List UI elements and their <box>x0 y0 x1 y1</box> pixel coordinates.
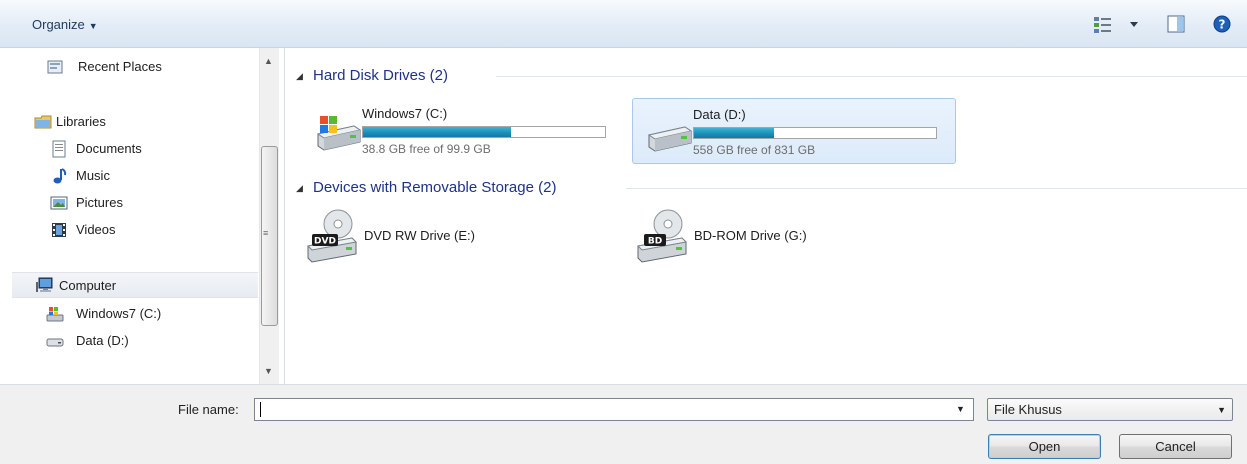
nav-item-label: Recent Places <box>78 59 162 74</box>
nav-item-label: Windows7 (C:) <box>76 306 162 321</box>
device-tile-dvd-rw-e[interactable]: DVD DVD RW Drive (E:) <box>306 206 606 266</box>
nav-item-windows7-c[interactable]: Windows7 (C:) <box>46 301 256 327</box>
scroll-up-arrow-icon[interactable]: ▲ <box>264 56 273 66</box>
drive-usage-bar <box>362 126 606 138</box>
documents-icon <box>52 140 66 158</box>
views-dropdown-icon[interactable] <box>1128 14 1140 34</box>
bluray-drive-icon: BD <box>636 209 688 263</box>
preview-pane-icon[interactable] <box>1166 14 1186 34</box>
drive-name: Data (D:) <box>693 107 746 122</box>
cancel-button[interactable]: Cancel <box>1119 434 1232 459</box>
music-icon <box>53 168 67 184</box>
collapse-triangle-icon[interactable]: ◢ <box>296 177 303 199</box>
group-header-removable-storage[interactable]: ◢ Devices with Removable Storage (2) <box>286 177 1247 199</box>
drive-free-space: 558 GB free of 831 GB <box>693 143 816 157</box>
pictures-icon <box>50 196 68 210</box>
device-name: DVD RW Drive (E:) <box>364 228 475 243</box>
dvd-drive-icon: DVD <box>306 209 358 263</box>
nav-item-label: Music <box>76 168 110 183</box>
file-type-value: File Khusus <box>994 402 1062 417</box>
nav-item-label: Documents <box>76 141 142 156</box>
nav-item-label: Pictures <box>76 195 123 210</box>
drive-free-space: 38.8 GB free of 99.9 GB <box>362 142 491 156</box>
nav-item-music[interactable]: Music <box>50 163 250 189</box>
windows-drive-icon <box>46 307 64 322</box>
navigation-pane: Recent Places Libraries Documents Music … <box>0 48 285 384</box>
file-list: ◢ Hard Disk Drives (2) Windows7 (C:) 38.… <box>286 48 1247 384</box>
recent-places-icon <box>47 60 63 74</box>
open-button[interactable]: Open <box>988 434 1101 459</box>
drive-usage-bar <box>693 127 937 139</box>
chevron-down-icon: ▼ <box>1217 405 1226 415</box>
help-icon[interactable]: ? <box>1212 14 1232 34</box>
group-title: Hard Disk Drives (2) <box>313 67 449 84</box>
drive-name: Windows7 (C:) <box>362 106 448 121</box>
nav-item-data-d[interactable]: Data (D:) <box>46 328 256 354</box>
drive-tile-data-d[interactable]: Data (D:) 558 GB free of 831 GB <box>632 98 956 164</box>
nav-item-label: Videos <box>76 222 116 237</box>
nav-scrollbar[interactable]: ▲ ≡ ▼ <box>259 48 279 384</box>
hard-drive-icon <box>647 126 693 152</box>
file-name-dropdown-icon[interactable]: ▼ <box>956 404 965 414</box>
nav-item-pictures[interactable]: Pictures <box>50 190 250 216</box>
nav-item-label: Computer <box>59 278 117 293</box>
group-title: Devices with Removable Storage (2) <box>313 179 557 196</box>
nav-item-label: Libraries <box>56 114 106 129</box>
libraries-icon <box>34 115 52 129</box>
drive-tile-windows7-c[interactable]: Windows7 (C:) 38.8 GB free of 99.9 GB <box>302 98 618 164</box>
windows-hard-drive-icon <box>316 116 362 151</box>
dvd-badge: DVD <box>314 237 336 247</box>
nav-item-videos[interactable]: Videos <box>50 217 250 243</box>
collapse-triangle-icon[interactable]: ◢ <box>296 65 303 87</box>
group-divider <box>496 76 1247 77</box>
device-name: BD-ROM Drive (G:) <box>694 228 807 243</box>
bd-badge: BD <box>648 237 662 247</box>
computer-icon <box>36 277 53 292</box>
drive-usage-fill <box>694 128 774 138</box>
text-cursor <box>260 402 261 417</box>
nav-item-documents[interactable]: Documents <box>50 136 250 162</box>
scroll-grip-icon: ≡ <box>263 228 269 238</box>
file-name-input[interactable] <box>254 398 974 421</box>
videos-icon <box>52 223 66 237</box>
svg-text:?: ? <box>1219 18 1226 32</box>
device-tile-bd-rom-g[interactable]: BD BD-ROM Drive (G:) <box>636 206 936 266</box>
file-name-label: File name: <box>178 402 239 417</box>
nav-item-recent-places[interactable]: Recent Places <box>46 54 256 80</box>
chevron-down-icon: ▼ <box>88 21 98 31</box>
nav-item-computer[interactable]: Computer <box>12 272 258 298</box>
dialog-footer: File name: ▼ File Khusus ▼ Open Cancel <box>0 384 1247 464</box>
group-header-hard-disk-drives[interactable]: ◢ Hard Disk Drives (2) <box>286 65 1247 87</box>
command-bar: Organize ▼ ? <box>0 0 1247 48</box>
group-divider <box>626 188 1247 189</box>
views-icon[interactable] <box>1092 14 1114 34</box>
organize-label: Organize <box>32 17 85 32</box>
file-type-select[interactable]: File Khusus ▼ <box>987 398 1233 421</box>
nav-item-label: Data (D:) <box>76 333 129 348</box>
nav-item-libraries[interactable]: Libraries <box>34 109 254 135</box>
scroll-down-arrow-icon[interactable]: ▼ <box>264 366 273 376</box>
organize-button[interactable]: Organize ▼ <box>32 16 98 34</box>
drive-icon <box>46 338 64 347</box>
drive-usage-fill <box>363 127 511 137</box>
